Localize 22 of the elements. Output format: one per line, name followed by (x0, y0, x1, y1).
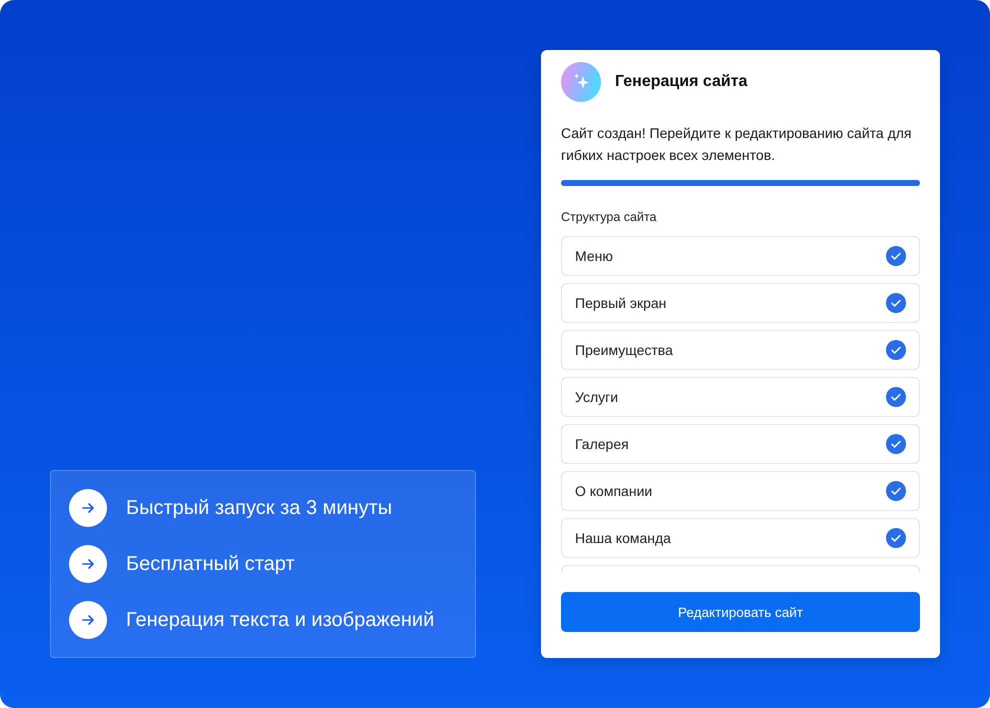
card-title: Генерация сайта (615, 73, 748, 91)
item-label: Галерея (575, 436, 629, 452)
item-label: Услуги (575, 389, 618, 405)
list-item[interactable]: Меню (561, 236, 920, 276)
item-label: Первый экран (575, 295, 666, 311)
item-label: Преимущества (575, 342, 673, 358)
feature-text: Генерация текста и изображений (126, 608, 434, 632)
sparkle-icon (561, 62, 601, 102)
section-title: Структура сайта (561, 210, 658, 224)
item-label: О компании (575, 483, 652, 499)
list-item[interactable]: Услуги (561, 377, 920, 417)
list-item[interactable]: Первый экран (561, 283, 920, 323)
item-label: Наша команда (575, 530, 671, 546)
list-item[interactable]: Преимущества (561, 330, 920, 370)
feature-text: Быстрый запуск за 3 минуты (126, 496, 392, 520)
item-label: Меню (575, 248, 613, 264)
list-item[interactable]: Галерея (561, 424, 920, 464)
edit-site-button[interactable]: Редактировать сайт (561, 592, 920, 632)
feature-text: Бесплатный старт (126, 552, 295, 576)
status-message: Сайт создан! Перейдите к редактированию сайта для гибких настроек всех элементов. (561, 124, 912, 165)
list-item[interactable]: О компании (561, 471, 920, 511)
list-item[interactable]: Наша команда (561, 518, 920, 558)
